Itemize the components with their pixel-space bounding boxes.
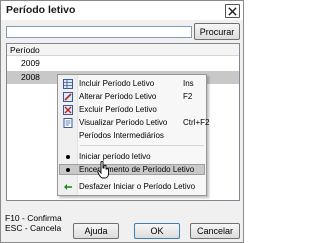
- menu-item-view[interactable]: Visualizar Período Letivo Ctrl+F2: [59, 117, 209, 128]
- menu-item-label: Excluir Período Letivo: [79, 105, 157, 114]
- column-header-period[interactable]: Período: [7, 44, 239, 56]
- menu-item-label: Iniciar período letivo: [79, 152, 151, 161]
- menu-item-add[interactable]: Incluir Período Letivo Ins: [59, 78, 205, 89]
- menu-item-shortcut: Ctrl+F2: [183, 118, 210, 127]
- list-row[interactable]: 2009: [7, 57, 239, 70]
- menu-item-undo-start[interactable]: Desfazer Iniciar o Período Letivo: [59, 181, 205, 192]
- close-icon: [228, 6, 237, 16]
- close-button[interactable]: [225, 4, 240, 18]
- delete-record-icon: [63, 105, 73, 115]
- menu-item-close-period[interactable]: Encerramento de Período Letivo: [59, 164, 205, 175]
- undo-arrow-icon: [64, 184, 72, 190]
- bullet-icon: [66, 168, 70, 172]
- mouse-pointer-icon: [97, 161, 109, 179]
- edit-pencil-icon: [63, 92, 73, 102]
- menu-item-shortcut: Ins: [183, 79, 194, 88]
- cancel-button[interactable]: Cancelar: [190, 223, 240, 239]
- window-title: Período letivo: [6, 4, 76, 16]
- ok-button[interactable]: OK: [134, 223, 180, 239]
- menu-item-label: Períodos Intermediários: [79, 131, 164, 140]
- menu-item-label: Visualizar Período Letivo: [79, 118, 168, 127]
- search-input[interactable]: [6, 26, 192, 38]
- period-dialog: Período letivo Procurar Período 2009 200…: [0, 0, 244, 243]
- menu-item-label: Alterar Período Letivo: [79, 92, 157, 101]
- menu-item-label: Desfazer Iniciar o Período Letivo: [79, 182, 196, 191]
- menu-separator: [80, 145, 204, 146]
- bullet-icon: [66, 155, 70, 159]
- view-document-icon: [63, 118, 73, 128]
- menu-item-shortcut: F2: [183, 92, 193, 101]
- menu-item-start-period[interactable]: Iniciar período letivo: [59, 151, 205, 162]
- add-record-icon: [63, 79, 73, 89]
- menu-item-delete[interactable]: Excluir Período Letivo: [59, 104, 205, 115]
- menu-item-intermediate-periods[interactable]: Períodos Intermediários: [59, 130, 205, 141]
- context-menu: Incluir Período Letivo Ins Alterar Perío…: [57, 74, 209, 196]
- title-bar: Período letivo: [1, 1, 243, 20]
- shortcut-hint-confirm: F10 - Confirma: [5, 213, 62, 223]
- shortcut-hint-cancel: ESC - Cancela: [5, 223, 62, 233]
- menu-item-edit[interactable]: Alterar Período Letivo F2: [59, 91, 205, 102]
- search-button[interactable]: Procurar: [194, 23, 240, 40]
- help-button[interactable]: Ajuda: [73, 223, 119, 239]
- menu-item-label: Incluir Período Letivo: [79, 79, 155, 88]
